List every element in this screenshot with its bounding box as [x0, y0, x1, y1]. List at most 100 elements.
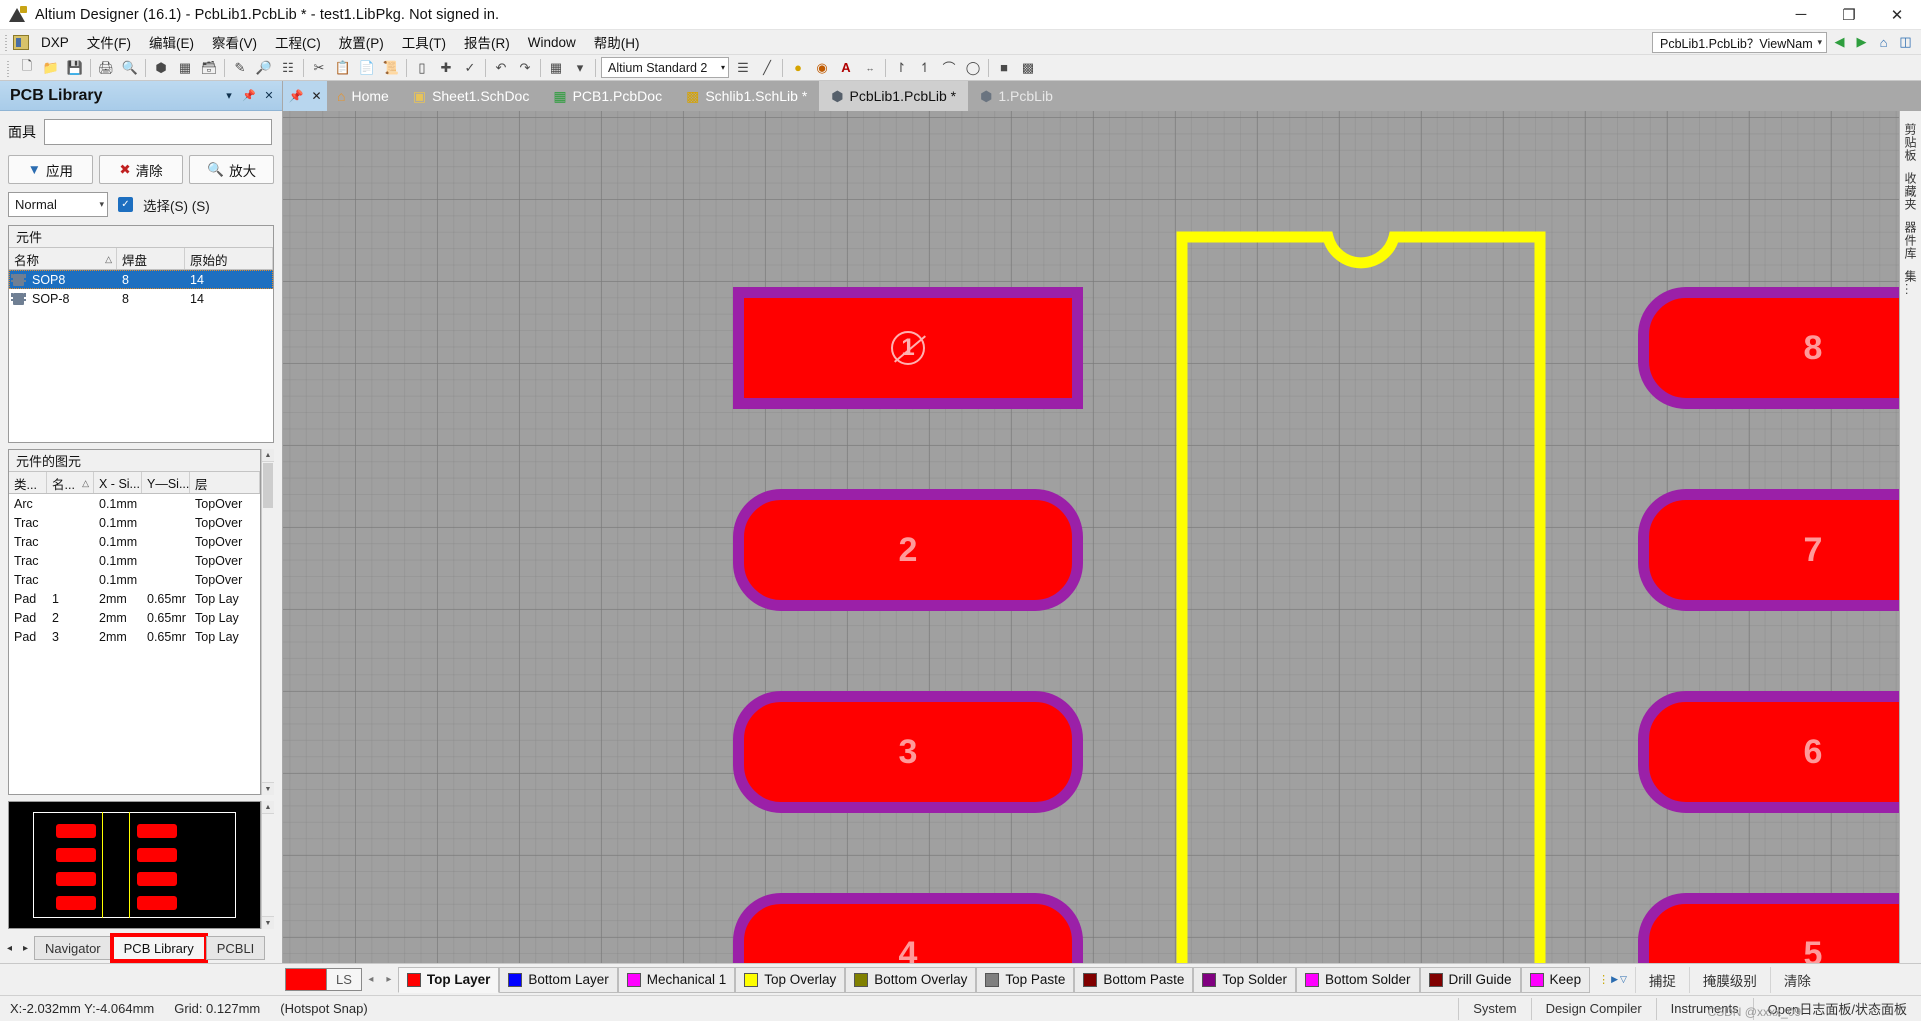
- apply-button[interactable]: ▼ 应用: [8, 155, 93, 184]
- minimize-button[interactable]: ─: [1777, 0, 1825, 30]
- scroll-up-icon[interactable]: ▲: [262, 801, 274, 814]
- clear-button[interactable]: ✖ 清除: [98, 155, 184, 184]
- clear-selection-icon[interactable]: ✓: [458, 57, 482, 79]
- table-row[interactable]: Pad 1 2mm 0.65mr Top Lay: [9, 589, 260, 608]
- layer-color-button[interactable]: [285, 968, 327, 991]
- layer-tab-top-overlay[interactable]: Top Overlay: [735, 966, 846, 993]
- layer-prev-icon[interactable]: ◂: [362, 968, 380, 992]
- full-circle-icon[interactable]: ◯: [961, 57, 985, 79]
- view-name-combo[interactable]: PcbLib1.PcbLib？ViewNam ▾: [1652, 31, 1827, 53]
- fill-region-icon[interactable]: ■: [992, 57, 1016, 79]
- print-icon[interactable]: 🖨: [94, 57, 118, 79]
- cut-icon[interactable]: ✂: [307, 57, 331, 79]
- layer-tab-top-solder[interactable]: Top Solder: [1193, 966, 1296, 993]
- menu-tools[interactable]: 工具(T): [393, 30, 455, 54]
- toolbar-grip-handle[interactable]: [5, 58, 13, 77]
- menu-edit[interactable]: 编辑(E): [140, 30, 203, 54]
- layer-tab-bottom-solder[interactable]: Bottom Solder: [1295, 966, 1420, 993]
- rail-item-collections[interactable]: 集...: [1900, 266, 1921, 300]
- pad-7[interactable]: 7: [1638, 489, 1899, 611]
- snap-button[interactable]: 捕捉: [1634, 966, 1689, 993]
- zoom-button[interactable]: 🔍 放大: [189, 155, 275, 184]
- layer-tab-top-paste[interactable]: Top Paste: [976, 966, 1075, 993]
- panel-tabs-next-icon[interactable]: ▸: [18, 937, 33, 959]
- mask-input[interactable]: [44, 119, 272, 145]
- menu-reports[interactable]: 报告(R): [455, 30, 519, 54]
- pad-6[interactable]: 6: [1638, 691, 1899, 813]
- panel-tab-navigator[interactable]: Navigator: [34, 936, 112, 960]
- layer-sets-button[interactable]: LS: [327, 968, 362, 991]
- table-row[interactable]: SOP-8 8 14: [9, 289, 273, 308]
- move-icon[interactable]: ✚: [434, 57, 458, 79]
- via-place-icon[interactable]: ◉: [810, 57, 834, 79]
- layer-options-icon[interactable]: ⋮ ▶ ▽: [1590, 973, 1635, 986]
- pad-5[interactable]: 5: [1638, 893, 1899, 963]
- pad-3[interactable]: 3: [733, 691, 1083, 813]
- column-header-name[interactable]: 名称 △: [9, 248, 117, 269]
- arc-edge-icon[interactable]: ↿: [913, 57, 937, 79]
- table-row[interactable]: Pad 2 2mm 0.65mr Top Lay: [9, 608, 260, 627]
- new-document-icon[interactable]: 🗋: [15, 57, 39, 79]
- paste-icon[interactable]: 📄: [355, 57, 379, 79]
- menu-help[interactable]: 帮助(H): [585, 30, 649, 54]
- select-checkbox[interactable]: ✓: [118, 197, 133, 212]
- table-row[interactable]: SOP8 8 14: [9, 270, 273, 289]
- pad-2[interactable]: 2: [733, 489, 1083, 611]
- layer-tab-keepout[interactable]: Keep: [1520, 966, 1591, 993]
- scroll-down-icon[interactable]: ▼: [262, 782, 274, 795]
- config-list-icon[interactable]: ☰: [731, 57, 755, 79]
- panel-close-icon[interactable]: ✕: [260, 87, 278, 105]
- print-preview-icon[interactable]: 🔍: [118, 57, 142, 79]
- toolbar-standard-select[interactable]: Altium Standard 2 ▾: [601, 57, 729, 78]
- panel-tab-pcb-library[interactable]: PCB Library: [109, 933, 208, 963]
- back-nav-icon[interactable]: ◀: [1830, 33, 1849, 52]
- edit-pencil-icon[interactable]: ✎: [228, 57, 252, 79]
- column-header-pname[interactable]: 名... △: [47, 472, 94, 493]
- column-header-xsize[interactable]: X - Si...: [94, 472, 142, 493]
- menu-file[interactable]: 文件(F): [78, 30, 140, 54]
- tabbar-pin-icon[interactable]: 📌: [288, 89, 303, 103]
- pcb3d-view-icon[interactable]: ⬢: [149, 57, 173, 79]
- mask-level-button[interactable]: 掩膜级别: [1688, 966, 1770, 993]
- scrollbar-thumb[interactable]: [263, 463, 273, 508]
- doc-tab-sheet1[interactable]: ▣ Sheet1.SchDoc: [401, 81, 542, 111]
- scroll-down-icon[interactable]: ▼: [262, 916, 274, 929]
- column-header-ysize[interactable]: Y—Si...: [142, 472, 190, 493]
- doc-tab-schlib1[interactable]: ▩ Schlib1.SchLib *: [674, 81, 819, 111]
- dimension-icon[interactable]: ↔: [858, 57, 882, 79]
- menu-view[interactable]: 察看(V): [203, 30, 266, 54]
- grid-icon[interactable]: ▦: [544, 57, 568, 79]
- library-icon[interactable]: 🗃: [197, 57, 221, 79]
- rail-item-clipboard[interactable]: 剪贴板: [1900, 119, 1921, 166]
- normal-mode-select[interactable]: Normal ▾: [8, 192, 108, 217]
- primitives-scrollbar[interactable]: ▲ ▼: [261, 449, 274, 795]
- table-row[interactable]: Trac 0.1mm TopOver: [9, 570, 260, 589]
- pcb-board-icon[interactable]: ▦: [173, 57, 197, 79]
- pad-1[interactable]: 1: [733, 287, 1083, 409]
- panel-pin-icon[interactable]: 📌: [240, 87, 258, 105]
- table-row[interactable]: Trac 0.1mm TopOver: [9, 551, 260, 570]
- close-button[interactable]: ✕: [1873, 0, 1921, 30]
- menu-dxp[interactable]: DXP: [32, 33, 78, 52]
- layer-next-icon[interactable]: ▸: [380, 968, 398, 992]
- menu-window[interactable]: Window: [519, 33, 585, 52]
- open-folder-icon[interactable]: 📁: [39, 57, 63, 79]
- column-header-primitives[interactable]: 原始的: [185, 248, 273, 269]
- panel-tab-pcblib[interactable]: PCBLI: [205, 936, 266, 960]
- arc-center-icon[interactable]: ↾: [889, 57, 913, 79]
- rail-item-libraries[interactable]: 器件库: [1900, 217, 1921, 264]
- column-header-pads[interactable]: 焊盘: [117, 248, 185, 269]
- panels-icon[interactable]: ◫: [1896, 33, 1915, 52]
- menu-place[interactable]: 放置(P): [330, 30, 393, 54]
- paste-special-icon[interactable]: 📜: [379, 57, 403, 79]
- select-area-icon[interactable]: ☷: [276, 57, 300, 79]
- preview-scrollbar[interactable]: ▲ ▼: [261, 801, 274, 929]
- doc-tab-home[interactable]: ⌂ Home: [327, 81, 401, 111]
- panel-tabs-prev-icon[interactable]: ◂: [2, 937, 17, 959]
- pcb-canvas[interactable]: 1 2 3 4 8 7 6 5: [283, 111, 1899, 963]
- select-rect-icon[interactable]: ▯: [410, 57, 434, 79]
- footprint-preview[interactable]: [8, 801, 261, 929]
- clear-layer-button[interactable]: 清除: [1769, 966, 1824, 993]
- tabbar-close-icon[interactable]: ✕: [311, 89, 321, 103]
- inspect-icon[interactable]: 🔎: [252, 57, 276, 79]
